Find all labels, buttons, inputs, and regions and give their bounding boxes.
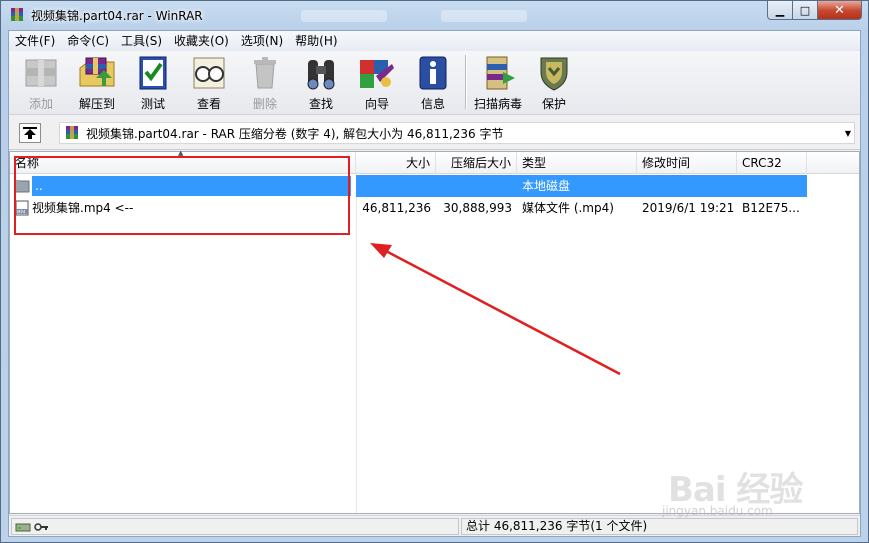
menu-file[interactable]: 文件(F) <box>9 32 61 50</box>
status-left-pane <box>11 518 459 535</box>
minimize-button[interactable]: ▁ <box>767 1 793 20</box>
find-button[interactable]: 查找 <box>293 51 349 113</box>
protect-button[interactable]: 保护 <box>526 51 582 113</box>
menu-favorites[interactable]: 收藏夹(O) <box>168 32 235 50</box>
column-crc32[interactable]: CRC32 <box>737 152 807 174</box>
up-folder-button[interactable] <box>19 123 41 143</box>
file-size: 46,811,236 <box>362 201 431 215</box>
info-button[interactable]: 信息 <box>405 51 461 113</box>
extract-icon <box>79 57 115 87</box>
rar-archive-icon <box>66 126 78 139</box>
wizard-icon <box>360 60 394 88</box>
toolbar-separator <box>465 55 466 109</box>
window-controls: ▁ □ ✕ <box>767 1 862 21</box>
scan-virus-button[interactable]: 扫描病毒 <box>470 51 526 113</box>
file-packed-size <box>436 175 517 197</box>
toolbar: 添加 解压到 测试 查看 删除 查找 向导 信息 扫描病毒 保护 <box>9 51 860 115</box>
delete-icon <box>254 57 276 89</box>
background-tab-shadow <box>441 10 527 22</box>
address-bar: 视频集锦.part04.rar - RAR 压缩分卷 (数字 4), 解包大小为… <box>9 116 860 150</box>
watermark-url: jingyan.baidu.com <box>662 504 773 518</box>
file-crc32 <box>737 175 807 197</box>
file-crc32: B12E75... <box>742 201 800 215</box>
client-area: 文件(F) 命令(C) 工具(S) 收藏夹(O) 选项(N) 帮助(H) 添加 <box>8 30 861 537</box>
test-icon <box>139 56 167 90</box>
menu-tools[interactable]: 工具(S) <box>115 32 168 50</box>
view-button[interactable]: 查看 <box>181 51 237 113</box>
scan-virus-icon <box>486 56 515 90</box>
up-arrow-icon <box>23 127 37 139</box>
background-tab-shadow <box>301 10 387 22</box>
close-button[interactable]: ✕ <box>818 1 862 20</box>
view-icon <box>193 57 225 89</box>
delete-button[interactable]: 删除 <box>237 51 293 113</box>
extract-to-button[interactable]: 解压到 <box>69 51 125 113</box>
file-packed-size: 30,888,993 <box>443 201 512 215</box>
key-icon <box>34 522 48 531</box>
file-type: 媒体文件 (.mp4) <box>522 201 614 215</box>
file-modified: 2019/6/1 19:21 <box>642 201 735 215</box>
window-title: 视频集锦.part04.rar - WinRAR <box>31 9 203 23</box>
status-bar: 总计 46,811,236 字节(1 个文件) <box>9 515 860 536</box>
title-bar[interactable]: 视频集锦.part04.rar - WinRAR ▁ □ ✕ <box>1 1 868 30</box>
column-modified[interactable]: 修改时间 <box>637 152 737 174</box>
menu-options[interactable]: 选项(N) <box>235 32 289 50</box>
annotation-highlight-box <box>14 156 350 235</box>
menu-bar: 文件(F) 命令(C) 工具(S) 收藏夹(O) 选项(N) 帮助(H) <box>9 31 860 51</box>
wizard-button[interactable]: 向导 <box>349 51 405 113</box>
winrar-app-icon <box>11 8 23 21</box>
column-packed-size[interactable]: 压缩后大小 <box>436 152 517 174</box>
status-summary: 总计 46,811,236 字节(1 个文件) <box>461 518 858 535</box>
drive-icon <box>15 523 31 531</box>
file-type: 本地磁盘 <box>517 175 637 197</box>
address-text: 视频集锦.part04.rar - RAR 压缩分卷 (数字 4), 解包大小为… <box>86 126 504 141</box>
info-icon <box>419 56 447 90</box>
menu-command[interactable]: 命令(C) <box>61 32 115 50</box>
find-icon <box>307 60 335 90</box>
address-dropdown-icon[interactable]: ▼ <box>845 129 851 138</box>
test-button[interactable]: 测试 <box>125 51 181 113</box>
maximize-button[interactable]: □ <box>793 1 818 20</box>
add-button[interactable]: 添加 <box>13 51 69 113</box>
column-type[interactable]: 类型 <box>517 152 637 174</box>
file-size <box>356 175 436 197</box>
column-size[interactable]: 大小 <box>356 152 436 174</box>
address-field[interactable]: 视频集锦.part04.rar - RAR 压缩分卷 (数字 4), 解包大小为… <box>59 122 855 144</box>
menu-help[interactable]: 帮助(H) <box>289 32 343 50</box>
file-modified <box>637 175 737 197</box>
column-divider <box>356 174 357 513</box>
add-icon <box>25 59 57 87</box>
protect-icon <box>540 57 568 91</box>
